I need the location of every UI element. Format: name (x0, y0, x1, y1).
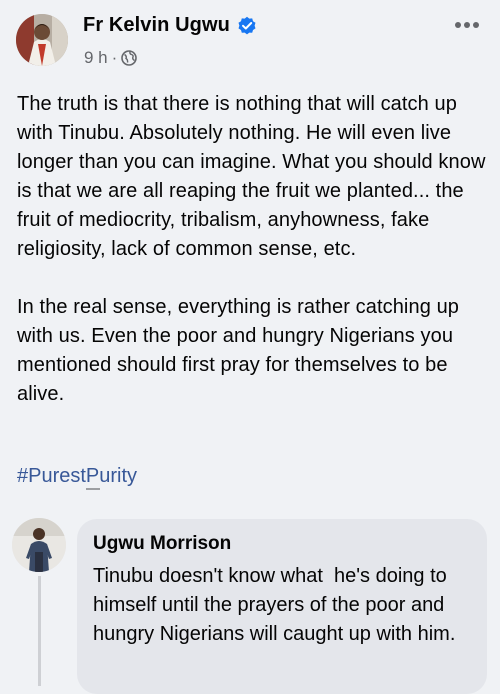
comment-text: Tinubu doesn't know what he's doing to h… (93, 565, 456, 645)
divider (86, 488, 100, 490)
meta-separator: · (111, 48, 118, 67)
globe-icon[interactable] (121, 50, 138, 66)
more-options-icon[interactable] (450, 12, 484, 38)
commenter-avatar-image (12, 518, 66, 572)
post-text: The truth is that there is nothing that … (17, 90, 492, 409)
post-time[interactable]: 9 h (84, 48, 108, 68)
post-paragraph: In the real sense, everything is rather … (17, 296, 460, 405)
post-meta: 9 h · (84, 48, 138, 68)
thread-line (38, 576, 41, 686)
comment-author[interactable]: Ugwu Morrison (93, 533, 231, 555)
hashtag-link[interactable]: #PurestPurity (17, 462, 137, 491)
post-header: Fr Kelvin Ugwu 9 h · (0, 0, 500, 80)
comment-bubble: Ugwu Morrison Tinubu doesn't know what h… (77, 519, 487, 694)
post-paragraph: The truth is that there is nothing that … (17, 93, 486, 260)
commenter-avatar[interactable] (12, 518, 66, 572)
author-name[interactable]: Fr Kelvin Ugwu (83, 14, 230, 37)
author-avatar[interactable] (16, 14, 68, 66)
author-avatar-image (16, 14, 68, 66)
verified-badge-icon (238, 16, 256, 35)
